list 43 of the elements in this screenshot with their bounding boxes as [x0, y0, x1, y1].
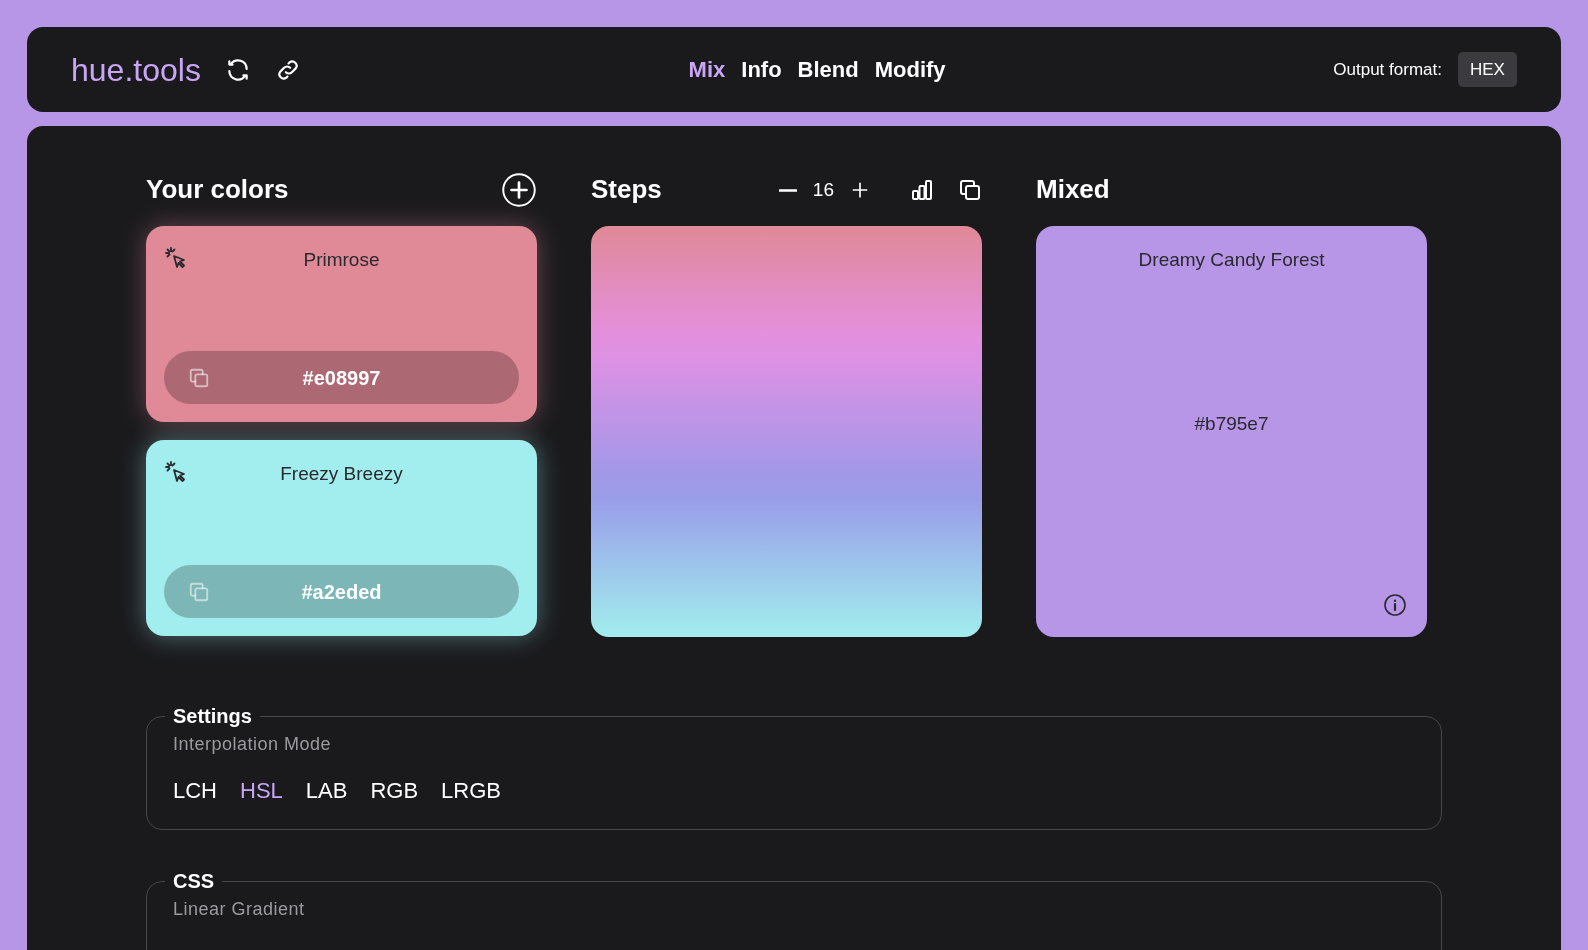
- mode-option[interactable]: LAB: [305, 774, 348, 807]
- copy-button[interactable]: [958, 178, 982, 202]
- field-label: Linear Gradient: [173, 898, 306, 921]
- section-title: Your colors: [146, 174, 289, 206]
- mode-option[interactable]: LCH: [173, 774, 217, 807]
- info-icon: [1383, 593, 1407, 617]
- color-picker-button[interactable]: [164, 246, 188, 270]
- output-format-label: Output format:: [1333, 58, 1442, 81]
- color-picker-button[interactable]: [164, 460, 188, 484]
- hex-value: #b795e7: [1194, 411, 1269, 436]
- nav-tab[interactable]: Blend: [797, 53, 859, 86]
- logo[interactable]: hue.tools: [71, 45, 201, 94]
- plus-icon: [501, 172, 537, 208]
- plus-icon: [850, 180, 870, 200]
- color-name: Dreamy Candy Forest: [1138, 248, 1325, 272]
- color-name[interactable]: Primrose: [188, 246, 495, 275]
- mode-option[interactable]: LRGB: [441, 774, 501, 807]
- decrease-button[interactable]: [778, 188, 797, 192]
- nav-tab[interactable]: Modify: [874, 53, 946, 86]
- minus-icon: [778, 188, 797, 192]
- increase-button[interactable]: [850, 180, 870, 200]
- fieldset-legend: Settings: [165, 701, 260, 731]
- copy-icon: [188, 580, 210, 603]
- nav-tab[interactable]: Info: [741, 53, 782, 86]
- mode-option[interactable]: RGB: [370, 774, 419, 807]
- cursor-click-icon: [164, 246, 188, 270]
- section-title: Mixed: [1036, 174, 1110, 206]
- section-title: Steps: [591, 174, 662, 206]
- output-format-select[interactable]: HEX: [1458, 51, 1517, 88]
- copy-hex-button[interactable]: #e08997: [164, 351, 519, 404]
- chart-button[interactable]: [910, 178, 934, 202]
- fieldset-legend: CSS: [165, 866, 223, 896]
- field-label: Interpolation Mode: [173, 733, 333, 756]
- info-button[interactable]: [1383, 593, 1407, 617]
- step-count: 16: [812, 177, 834, 202]
- copy-icon: [188, 366, 210, 389]
- nav-tab[interactable]: Mix: [688, 53, 726, 86]
- add-color-button[interactable]: [501, 172, 537, 208]
- color-name[interactable]: Freezy Breezy: [188, 460, 495, 489]
- copy-icon: [958, 178, 982, 202]
- cursor-click-icon: [164, 460, 188, 484]
- bar-chart-icon: [910, 178, 934, 202]
- mode-option[interactable]: HSL: [240, 774, 283, 807]
